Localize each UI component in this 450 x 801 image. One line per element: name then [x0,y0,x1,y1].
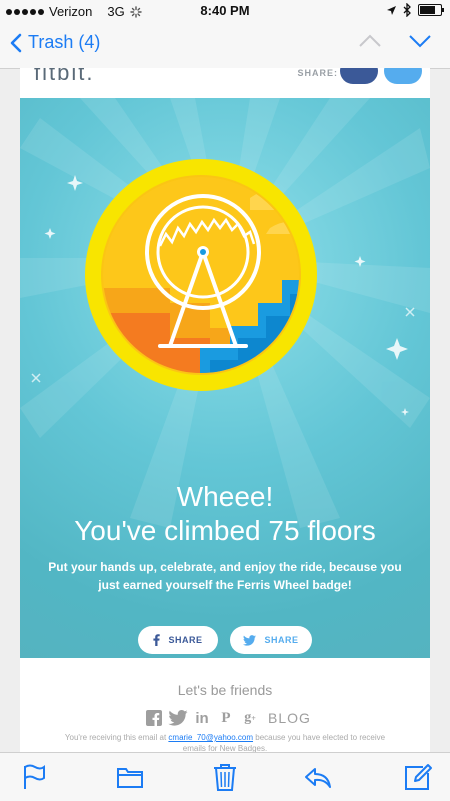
bluetooth-icon [403,3,411,17]
battery-icon [418,4,444,16]
recipient-email-link[interactable]: cmarie_70@yahoo.com [168,733,253,742]
status-bar: Verizon 3G 8:40 PM [0,0,450,22]
status-right [386,3,444,17]
facebook-icon[interactable] [144,708,164,728]
twitter-share-button[interactable]: SHARE [230,626,312,654]
blog-link[interactable]: BLOG [268,710,311,726]
mail-nav-bar: Trash (4) [0,22,450,69]
facebook-icon [153,634,161,646]
twitter-icon[interactable] [168,708,188,728]
trash-icon[interactable] [210,763,240,791]
status-time: 8:40 PM [200,3,250,18]
folder-icon[interactable] [115,763,145,791]
social-links: in P g + BLOG [144,708,311,728]
email-header: fitbit. SHARE: [20,68,430,98]
legal-notice: You're receiving this email at cmarie_70… [60,732,390,752]
chevron-up-icon[interactable] [358,34,382,48]
twitter-share-label: SHARE [264,635,299,645]
linkedin-icon[interactable]: in [192,708,212,728]
reply-icon[interactable] [303,763,333,791]
mail-toolbar [0,752,450,801]
chevron-left-icon [10,33,22,52]
header-share-label: SHARE: [297,68,338,78]
googleplus-icon[interactable]: g + [240,708,260,728]
header-twitter-share-button[interactable] [384,68,422,84]
email-footer: Let's be friends in P g + BLOG You're rec… [20,658,430,752]
badge-description: Put your hands up, celebrate, and enjoy … [48,560,402,592]
flag-icon[interactable] [18,763,48,791]
email-body: fitbit. SHARE: Wheee! You've climbed 75 … [20,68,430,752]
back-label: Trash (4) [28,32,101,52]
twitter-icon [243,634,257,646]
ferris-wheel-badge [85,159,317,391]
facebook-share-label: SHARE [168,635,203,645]
compose-icon[interactable] [403,763,433,791]
back-to-trash-button[interactable]: Trash (4) [10,32,100,53]
badge-hero: Wheee! You've climbed 75 floors Put your… [20,98,430,658]
battery-fill [420,6,436,14]
headline-line-2: You've climbed 75 floors [74,515,376,546]
header-facebook-share-button[interactable] [340,68,378,84]
headline-line-1: Wheee! [176,481,274,512]
chevron-down-icon[interactable] [408,34,432,48]
lets-be-friends-heading: Let's be friends [177,682,273,698]
fitbit-logo: fitbit. [34,68,95,85]
message-navigation [358,34,432,48]
facebook-share-button[interactable]: SHARE [138,626,218,654]
location-arrow-icon [387,5,396,15]
pinterest-icon[interactable]: P [216,708,236,728]
legal-prefix: You're receiving this email at [64,733,169,742]
badge-headline: Wheee! You've climbed 75 floors [20,480,430,548]
